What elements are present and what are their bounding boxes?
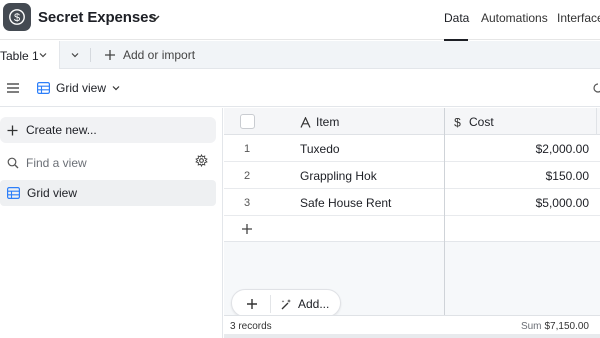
add-or-import-label: Add or import	[123, 48, 196, 62]
divider	[90, 48, 91, 62]
dollar-icon[interactable]: $	[3, 3, 31, 31]
row-number: 1	[244, 143, 251, 155]
cost-summary[interactable]: Sum $7,150.00	[444, 321, 589, 332]
plus-icon	[7, 125, 18, 135]
add-record-button-plus-icon[interactable]	[246, 298, 258, 310]
data-grid: Item $ Cost 1 Tuxedo $2,000.00 2 Grappli…	[224, 108, 600, 338]
views-sidebar: Create new... Find a view Grid view	[0, 108, 223, 338]
cell-cost[interactable]: $2,000.00	[444, 142, 589, 156]
floating-add-bar: Add...	[231, 289, 341, 317]
find-view-placeholder: Find a view	[26, 156, 87, 170]
create-new-label: Create new...	[26, 123, 97, 137]
column-header-cost[interactable]: $ Cost	[452, 115, 494, 129]
search-icon	[7, 157, 19, 169]
column-header-label: Item	[316, 115, 340, 129]
svg-text:$: $	[454, 116, 461, 128]
cell-item[interactable]: Safe House Rent	[300, 196, 391, 210]
nav-automations-tab[interactable]: Automations	[481, 11, 548, 25]
cell-item[interactable]: Tuxedo	[300, 142, 340, 156]
magic-wand-icon	[281, 299, 291, 310]
chevron-down-icon[interactable]	[148, 11, 162, 25]
cell-cost[interactable]: $5,000.00	[444, 196, 589, 210]
summary-value: $7,150.00	[544, 321, 590, 332]
row-number: 3	[244, 197, 251, 209]
plus-icon	[242, 224, 252, 234]
chevron-down-icon[interactable]	[38, 50, 48, 60]
row-number: 2	[244, 170, 251, 182]
refresh-icon[interactable]	[592, 82, 600, 94]
column-header-item[interactable]: Item	[300, 115, 339, 129]
view-toolbar: Grid view	[0, 70, 600, 107]
tab-table-1[interactable]: Table 1	[0, 41, 60, 69]
gear-icon[interactable]	[195, 154, 208, 167]
hamburger-menu-icon[interactable]	[7, 83, 19, 93]
nav-data-tab[interactable]: Data	[444, 11, 469, 25]
summary-label: Sum	[520, 321, 542, 332]
sidebar-item-grid-view[interactable]: Grid view	[0, 180, 216, 206]
table-row[interactable]: 1 Tuxedo $2,000.00	[224, 135, 600, 162]
grid-view-icon	[37, 82, 50, 94]
table-row[interactable]: 3 Safe House Rent $5,000.00	[224, 189, 600, 216]
tables-menu-chevron-icon[interactable]	[70, 50, 80, 60]
grid-view-icon	[7, 187, 20, 199]
table-row[interactable]: 2 Grappling Hok $150.00	[224, 162, 600, 189]
divider	[270, 295, 271, 313]
nav-interfaces-tab[interactable]: Interfaces	[557, 11, 600, 25]
sidebar-item-label: Grid view	[27, 186, 78, 200]
currency-field-icon: $	[454, 116, 461, 128]
add-field-button[interactable]: Add...	[298, 297, 329, 311]
view-switcher[interactable]: Grid view	[56, 81, 106, 95]
tab-label: Table 1	[0, 49, 39, 63]
table-tab-bar: Table 1 Add or import	[0, 41, 600, 69]
create-new-view-button[interactable]: Create new...	[0, 117, 216, 143]
svg-text:$: $	[14, 12, 20, 24]
horizontal-scrollbar[interactable]	[224, 334, 600, 338]
record-count: 3 records	[230, 321, 272, 332]
cell-item[interactable]: Grappling Hok	[300, 169, 377, 183]
plus-icon	[105, 50, 115, 60]
top-header: $ Secret Expenses Data Automations Inter…	[0, 0, 600, 41]
text-field-icon	[300, 116, 311, 128]
add-record-row[interactable]	[224, 216, 600, 242]
base-title[interactable]: Secret Expenses	[38, 9, 157, 26]
select-all-checkbox[interactable]	[240, 114, 255, 129]
column-divider	[444, 108, 445, 338]
column-header-label: Cost	[469, 115, 494, 129]
grid-header-row: Item $ Cost	[224, 108, 600, 135]
find-view-input[interactable]: Find a view	[7, 154, 215, 172]
chevron-down-icon[interactable]	[111, 83, 121, 93]
column-divider	[596, 108, 597, 135]
add-or-import-button[interactable]: Add or import	[104, 48, 195, 62]
cell-cost[interactable]: $150.00	[444, 169, 589, 183]
